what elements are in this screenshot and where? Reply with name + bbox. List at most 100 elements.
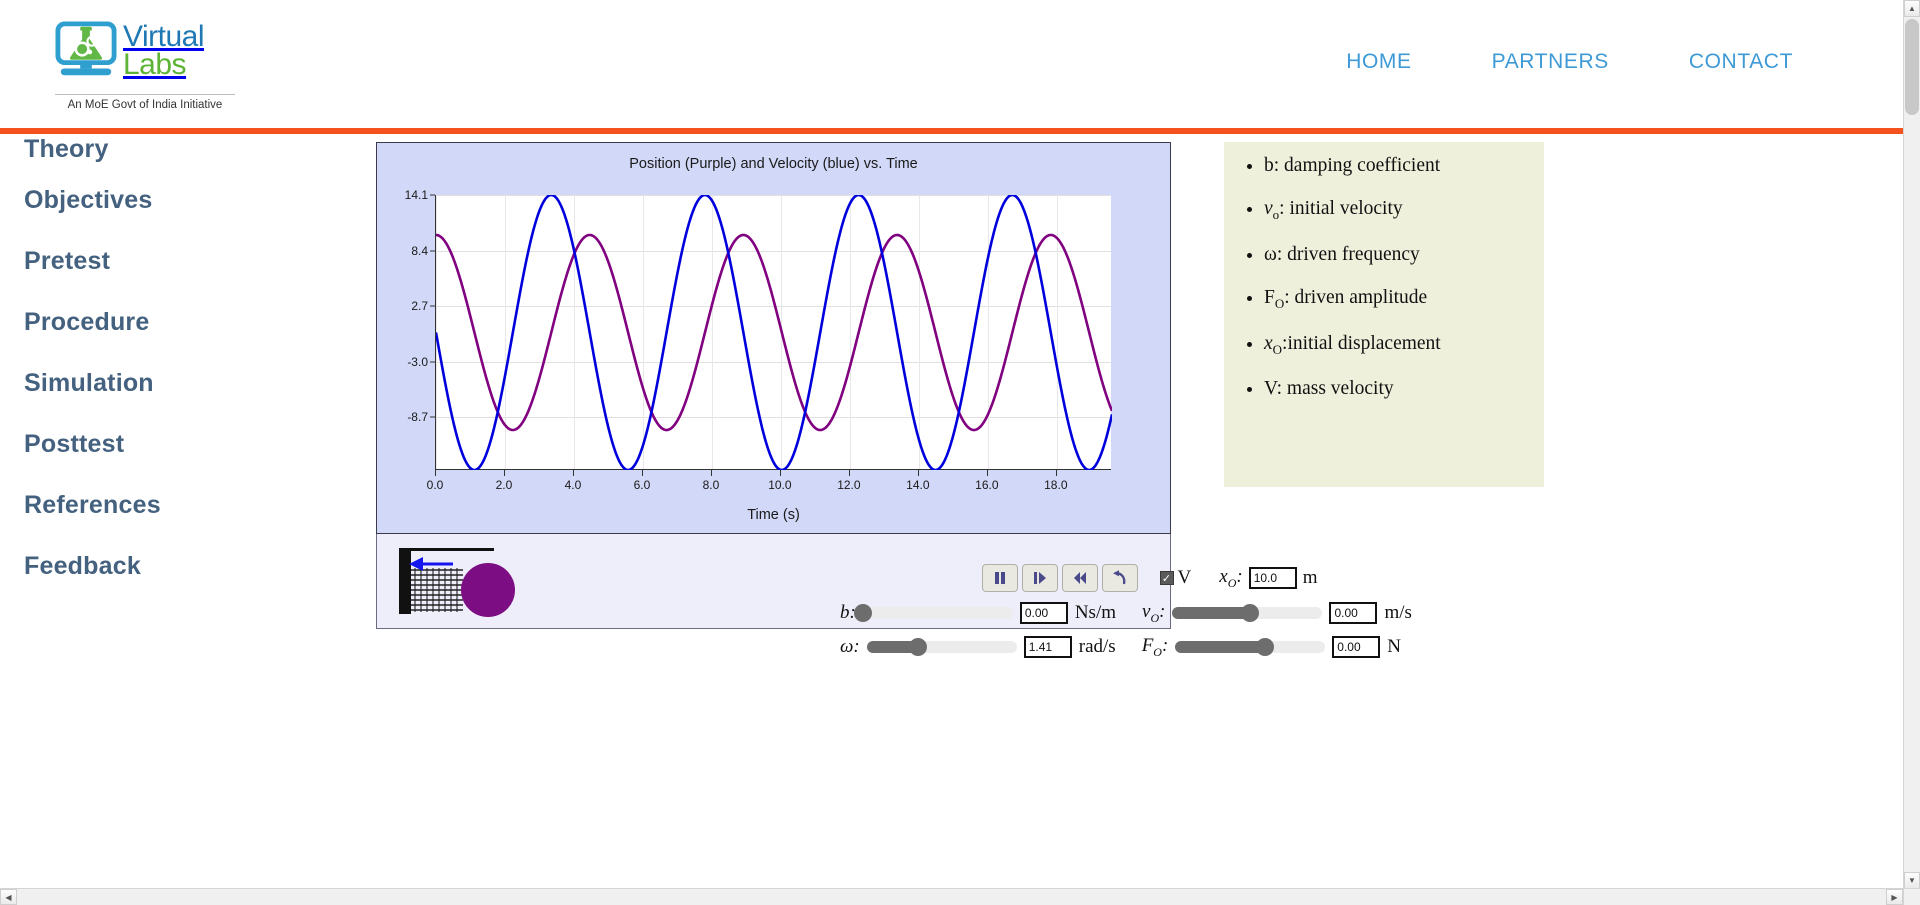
- b-slider-track: [862, 607, 1013, 620]
- logo-tagline: An MoE Govt of India Initiative: [55, 94, 235, 111]
- position-curve: [436, 233, 1112, 432]
- v0-label: vO:: [1142, 601, 1166, 625]
- sidebar-item-feedback[interactable]: Feedback: [0, 536, 376, 597]
- pause-button[interactable]: [981, 564, 1018, 592]
- nav-item-home[interactable]: HOME: [1306, 50, 1451, 74]
- velocity-checkbox-label: V: [1177, 567, 1192, 588]
- sidebar-item-simulation[interactable]: Simulation: [0, 353, 376, 414]
- transport-buttons: [981, 564, 1138, 592]
- F0-input[interactable]: [1332, 636, 1381, 659]
- omega-slider-knob[interactable]: [908, 638, 927, 657]
- F0-unit: N: [1387, 636, 1402, 658]
- x-tick-label: 6.0: [633, 478, 651, 492]
- app-root: Virtual Labs An MoE Govt of India Initia…: [0, 0, 1920, 905]
- x-tick-label: 18.0: [1044, 478, 1068, 492]
- velocity-arrow-icon: [409, 557, 453, 571]
- v0-unit: m/s: [1384, 602, 1412, 624]
- simulation-controls: ✓ V xO: m b:: [752, 554, 1547, 660]
- main-nav: HOME PARTNERS CONTACT: [1306, 50, 1833, 74]
- y-tick-label: -8.7: [407, 410, 428, 425]
- x-tick-label: 10.0: [768, 478, 792, 492]
- v0-slider-fill: [1172, 607, 1251, 620]
- b-control: b: Ns/m: [840, 602, 1117, 625]
- x-tick-mark: [435, 470, 436, 476]
- scroll-down-icon[interactable]: ▼: [1904, 872, 1920, 889]
- vertical-scrollbar-thumb[interactable]: [1905, 19, 1919, 115]
- legend-item: FO: driven amplitude: [1264, 286, 1530, 311]
- vertical-scrollbar[interactable]: ▲ ▼: [1903, 0, 1920, 889]
- logo-text-virtual: Virtual: [123, 20, 205, 54]
- y-tick-label: 14.1: [404, 188, 428, 202]
- omega-unit: rad/s: [1078, 636, 1116, 658]
- legend-info-panel: b: damping coefficient vo: initial veloci…: [1224, 142, 1544, 487]
- sidebar-item-references[interactable]: References: [0, 475, 376, 536]
- scroll-up-icon[interactable]: ▲: [1904, 0, 1920, 17]
- scroll-right-icon[interactable]: ▶: [1886, 889, 1903, 905]
- omega-slider[interactable]: [866, 638, 1017, 657]
- x0-input[interactable]: [1248, 566, 1297, 589]
- omega-control: ω: rad/s: [840, 636, 1116, 659]
- nav-item-contact[interactable]: CONTACT: [1649, 50, 1833, 74]
- x-tick-mark: [641, 470, 643, 476]
- site-logo[interactable]: Virtual Labs An MoE Govt of India Initia…: [55, 20, 235, 111]
- sidebar-item-pretest[interactable]: Pretest: [0, 231, 376, 292]
- x-tick-label: 8.0: [702, 478, 720, 492]
- y-tick-mark: [430, 361, 435, 363]
- rewind-icon: [1073, 572, 1086, 584]
- horizontal-scrollbar[interactable]: ◀ ▶: [0, 888, 1903, 905]
- sidebar-item-procedure[interactable]: Procedure: [0, 292, 376, 353]
- F0-slider-fill: [1175, 641, 1266, 654]
- b-unit: Ns/m: [1074, 602, 1117, 624]
- v0-slider[interactable]: [1172, 604, 1323, 623]
- y-tick-label: 8.4: [411, 243, 428, 258]
- legend-item: V: mass velocity: [1264, 377, 1530, 400]
- F0-slider-knob[interactable]: [1256, 638, 1275, 657]
- y-tick-label: 2.7: [411, 299, 428, 314]
- sidebar-item-posttest[interactable]: Posttest: [0, 414, 376, 475]
- rewind-button[interactable]: [1061, 564, 1098, 592]
- omega-label: ω:: [840, 636, 860, 658]
- y-tick-mark: [430, 305, 435, 307]
- chart-plot-area: [435, 195, 1112, 470]
- velocity-checkbox-group[interactable]: ✓ V: [1159, 567, 1192, 589]
- omega-input[interactable]: [1023, 636, 1072, 659]
- content-area: Theory Objectives Pretest Procedure Simu…: [0, 134, 1903, 888]
- scroll-left-icon[interactable]: ◀: [0, 889, 17, 905]
- logo-text-labs: Labs: [123, 48, 187, 81]
- reset-button[interactable]: [1101, 564, 1138, 592]
- y-tick-mark: [430, 250, 435, 252]
- step-forward-icon: [1033, 572, 1046, 584]
- spring-icon: [411, 568, 463, 612]
- nav-item-partners[interactable]: PARTNERS: [1452, 50, 1649, 74]
- velocity-checkbox[interactable]: ✓: [1159, 571, 1174, 585]
- x-tick-mark: [986, 470, 988, 476]
- v0-control: vO: m/s: [1142, 601, 1412, 626]
- x-tick-label: 2.0: [495, 478, 513, 492]
- param-row-1: b: Ns/m vO:: [752, 592, 1547, 626]
- sidebar-item-objectives[interactable]: Objectives: [0, 170, 376, 231]
- x-tick-mark: [779, 470, 781, 476]
- pause-icon: [994, 572, 1005, 584]
- x0-control: xO: m: [1219, 566, 1317, 591]
- F0-slider[interactable]: [1175, 638, 1326, 657]
- sidebar-nav: Theory Objectives Pretest Procedure Simu…: [0, 134, 376, 597]
- b-slider-knob[interactable]: [853, 604, 872, 623]
- legend-item: b: damping coefficient: [1264, 154, 1530, 177]
- chart-x-axis-label: Time (s): [747, 507, 800, 523]
- v0-input[interactable]: [1329, 602, 1378, 625]
- x-tick-label: 16.0: [975, 478, 999, 492]
- sidebar-item-theory[interactable]: Theory: [0, 134, 376, 170]
- b-input[interactable]: [1019, 602, 1068, 625]
- legend-item: xO:initial displacement: [1264, 332, 1530, 357]
- flask-logo-icon: [55, 20, 117, 82]
- b-slider[interactable]: [853, 604, 1013, 623]
- param-row-2: ω: rad/s FO:: [752, 626, 1547, 660]
- scrollbar-corner: [1903, 888, 1920, 905]
- y-tick-mark: [430, 416, 435, 418]
- F0-control: FO: N: [1142, 635, 1401, 660]
- x-tick-mark: [917, 470, 919, 476]
- v0-slider-knob[interactable]: [1241, 604, 1260, 623]
- y-tick-label: -3.0: [407, 354, 428, 369]
- F0-label: FO:: [1141, 634, 1169, 659]
- step-button[interactable]: [1021, 564, 1058, 592]
